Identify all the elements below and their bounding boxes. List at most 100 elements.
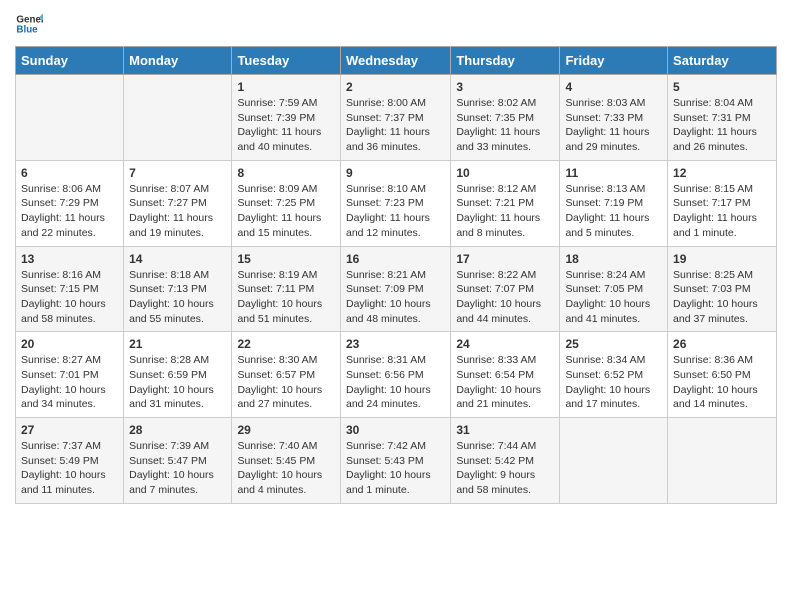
day-content: Sunrise: 8:15 AM Sunset: 7:17 PM Dayligh… [673, 182, 771, 241]
calendar-cell: 30 Sunrise: 7:42 AM Sunset: 5:43 PM Dayli… [340, 418, 450, 504]
day-content: Sunrise: 8:34 AM Sunset: 6:52 PM Dayligh… [565, 353, 662, 412]
calendar-day-header: Sunday [16, 47, 124, 75]
day-content: Sunrise: 8:12 AM Sunset: 7:21 PM Dayligh… [456, 182, 554, 241]
day-number: 21 [129, 337, 226, 351]
day-content: Sunrise: 8:22 AM Sunset: 7:07 PM Dayligh… [456, 268, 554, 327]
day-number: 1 [237, 80, 335, 94]
day-content: Sunrise: 8:18 AM Sunset: 7:13 PM Dayligh… [129, 268, 226, 327]
day-content: Sunrise: 8:04 AM Sunset: 7:31 PM Dayligh… [673, 96, 771, 155]
day-number: 17 [456, 252, 554, 266]
day-number: 10 [456, 166, 554, 180]
calendar-header-row: SundayMondayTuesdayWednesdayThursdayFrid… [16, 47, 777, 75]
day-content: Sunrise: 7:44 AM Sunset: 5:42 PM Dayligh… [456, 439, 554, 498]
calendar-cell: 27Sunrise: 7:37 AM Sunset: 5:49 PM Dayli… [16, 418, 124, 504]
calendar-cell: 29Sunrise: 7:40 AM Sunset: 5:45 PM Dayli… [232, 418, 341, 504]
day-content: Sunrise: 8:07 AM Sunset: 7:27 PM Dayligh… [129, 182, 226, 241]
calendar-cell: 13Sunrise: 8:16 AM Sunset: 7:15 PM Dayli… [16, 246, 124, 332]
day-number: 22 [237, 337, 335, 351]
day-content: Sunrise: 8:06 AM Sunset: 7:29 PM Dayligh… [21, 182, 118, 241]
day-number: 28 [129, 423, 226, 437]
day-content: Sunrise: 8:09 AM Sunset: 7:25 PM Dayligh… [237, 182, 335, 241]
logo-icon: General Blue [15, 10, 43, 38]
calendar-cell: 22 Sunrise: 8:30 AM Sunset: 6:57 PM Dayli… [232, 332, 341, 418]
calendar-cell [668, 418, 777, 504]
calendar-day-header: Thursday [451, 47, 560, 75]
day-number: 25 [565, 337, 662, 351]
day-content: Sunrise: 8:33 AM Sunset: 6:54 PM Dayligh… [456, 353, 554, 412]
day-content: Sunrise: 8:31 AM Sunset: 6:56 PM Dayligh… [346, 353, 445, 412]
day-number: 7 [129, 166, 226, 180]
day-content: Sunrise: 8:24 AM Sunset: 7:05 PM Dayligh… [565, 268, 662, 327]
day-content: Sunrise: 7:39 AM Sunset: 5:47 PM Dayligh… [129, 439, 226, 498]
page-header: General Blue [15, 10, 777, 38]
calendar-day-header: Saturday [668, 47, 777, 75]
calendar-day-header: Tuesday [232, 47, 341, 75]
calendar-week-row: 1 Sunrise: 7:59 AM Sunset: 7:39 PM Daylig… [16, 75, 777, 161]
day-content: Sunrise: 8:36 AM Sunset: 6:50 PM Dayligh… [673, 353, 771, 412]
day-number: 19 [673, 252, 771, 266]
calendar-cell: 16 Sunrise: 8:21 AM Sunset: 7:09 PM Dayli… [340, 246, 450, 332]
day-number: 6 [21, 166, 118, 180]
day-number: 11 [565, 166, 662, 180]
day-number: 12 [673, 166, 771, 180]
calendar-cell: 20 Sunrise: 8:27 AM Sunset: 7:01 PM Dayli… [16, 332, 124, 418]
calendar-cell: 5 Sunrise: 8:04 AM Sunset: 7:31 PM Daylig… [668, 75, 777, 161]
calendar-cell: 2 Sunrise: 8:00 AM Sunset: 7:37 PM Daylig… [340, 75, 450, 161]
calendar-cell: 21 Sunrise: 8:28 AM Sunset: 6:59 PM Dayli… [124, 332, 232, 418]
calendar-table: SundayMondayTuesdayWednesdayThursdayFrid… [15, 46, 777, 504]
calendar-day-header: Wednesday [340, 47, 450, 75]
day-number: 23 [346, 337, 445, 351]
calendar-cell [16, 75, 124, 161]
day-content: Sunrise: 8:02 AM Sunset: 7:35 PM Dayligh… [456, 96, 554, 155]
calendar-week-row: 20 Sunrise: 8:27 AM Sunset: 7:01 PM Dayli… [16, 332, 777, 418]
day-number: 24 [456, 337, 554, 351]
calendar-cell: 10 Sunrise: 8:12 AM Sunset: 7:21 PM Dayli… [451, 160, 560, 246]
calendar-cell: 7 Sunrise: 8:07 AM Sunset: 7:27 PM Daylig… [124, 160, 232, 246]
day-number: 8 [237, 166, 335, 180]
calendar-cell: 14Sunrise: 8:18 AM Sunset: 7:13 PM Dayli… [124, 246, 232, 332]
calendar-cell: 8 Sunrise: 8:09 AM Sunset: 7:25 PM Daylig… [232, 160, 341, 246]
calendar-cell: 15Sunrise: 8:19 AM Sunset: 7:11 PM Dayli… [232, 246, 341, 332]
day-number: 9 [346, 166, 445, 180]
logo: General Blue [15, 10, 43, 38]
day-number: 26 [673, 337, 771, 351]
day-content: Sunrise: 8:19 AM Sunset: 7:11 PM Dayligh… [237, 268, 335, 327]
calendar-cell: 1 Sunrise: 7:59 AM Sunset: 7:39 PM Daylig… [232, 75, 341, 161]
day-content: Sunrise: 8:13 AM Sunset: 7:19 PM Dayligh… [565, 182, 662, 241]
calendar-cell: 24 Sunrise: 8:33 AM Sunset: 6:54 PM Dayli… [451, 332, 560, 418]
calendar-cell: 25 Sunrise: 8:34 AM Sunset: 6:52 PM Dayli… [560, 332, 668, 418]
day-content: Sunrise: 8:00 AM Sunset: 7:37 PM Dayligh… [346, 96, 445, 155]
day-content: Sunrise: 7:42 AM Sunset: 5:43 PM Dayligh… [346, 439, 445, 498]
calendar-cell: 6 Sunrise: 8:06 AM Sunset: 7:29 PM Daylig… [16, 160, 124, 246]
day-content: Sunrise: 8:16 AM Sunset: 7:15 PM Dayligh… [21, 268, 118, 327]
calendar-cell: 26 Sunrise: 8:36 AM Sunset: 6:50 PM Dayli… [668, 332, 777, 418]
day-number: 30 [346, 423, 445, 437]
day-number: 5 [673, 80, 771, 94]
calendar-cell: 17 Sunrise: 8:22 AM Sunset: 7:07 PM Dayli… [451, 246, 560, 332]
calendar-cell: 9Sunrise: 8:10 AM Sunset: 7:23 PM Daylig… [340, 160, 450, 246]
day-number: 20 [21, 337, 118, 351]
calendar-cell: 31Sunrise: 7:44 AM Sunset: 5:42 PM Dayli… [451, 418, 560, 504]
calendar-cell: 12 Sunrise: 8:15 AM Sunset: 7:17 PM Dayli… [668, 160, 777, 246]
day-content: Sunrise: 8:25 AM Sunset: 7:03 PM Dayligh… [673, 268, 771, 327]
calendar-week-row: 27Sunrise: 7:37 AM Sunset: 5:49 PM Dayli… [16, 418, 777, 504]
day-number: 16 [346, 252, 445, 266]
calendar-cell [124, 75, 232, 161]
day-content: Sunrise: 7:40 AM Sunset: 5:45 PM Dayligh… [237, 439, 335, 498]
day-content: Sunrise: 7:37 AM Sunset: 5:49 PM Dayligh… [21, 439, 118, 498]
day-content: Sunrise: 8:27 AM Sunset: 7:01 PM Dayligh… [21, 353, 118, 412]
calendar-cell: 28 Sunrise: 7:39 AM Sunset: 5:47 PM Dayli… [124, 418, 232, 504]
day-content: Sunrise: 8:28 AM Sunset: 6:59 PM Dayligh… [129, 353, 226, 412]
day-number: 2 [346, 80, 445, 94]
calendar-cell: 19 Sunrise: 8:25 AM Sunset: 7:03 PM Dayli… [668, 246, 777, 332]
svg-text:Blue: Blue [16, 24, 38, 35]
day-content: Sunrise: 8:30 AM Sunset: 6:57 PM Dayligh… [237, 353, 335, 412]
day-content: Sunrise: 8:03 AM Sunset: 7:33 PM Dayligh… [565, 96, 662, 155]
calendar-body: 1 Sunrise: 7:59 AM Sunset: 7:39 PM Daylig… [16, 75, 777, 504]
day-number: 3 [456, 80, 554, 94]
calendar-cell: 3 Sunrise: 8:02 AM Sunset: 7:35 PM Daylig… [451, 75, 560, 161]
day-content: Sunrise: 7:59 AM Sunset: 7:39 PM Dayligh… [237, 96, 335, 155]
day-number: 18 [565, 252, 662, 266]
calendar-cell: 23 Sunrise: 8:31 AM Sunset: 6:56 PM Dayli… [340, 332, 450, 418]
day-content: Sunrise: 8:21 AM Sunset: 7:09 PM Dayligh… [346, 268, 445, 327]
